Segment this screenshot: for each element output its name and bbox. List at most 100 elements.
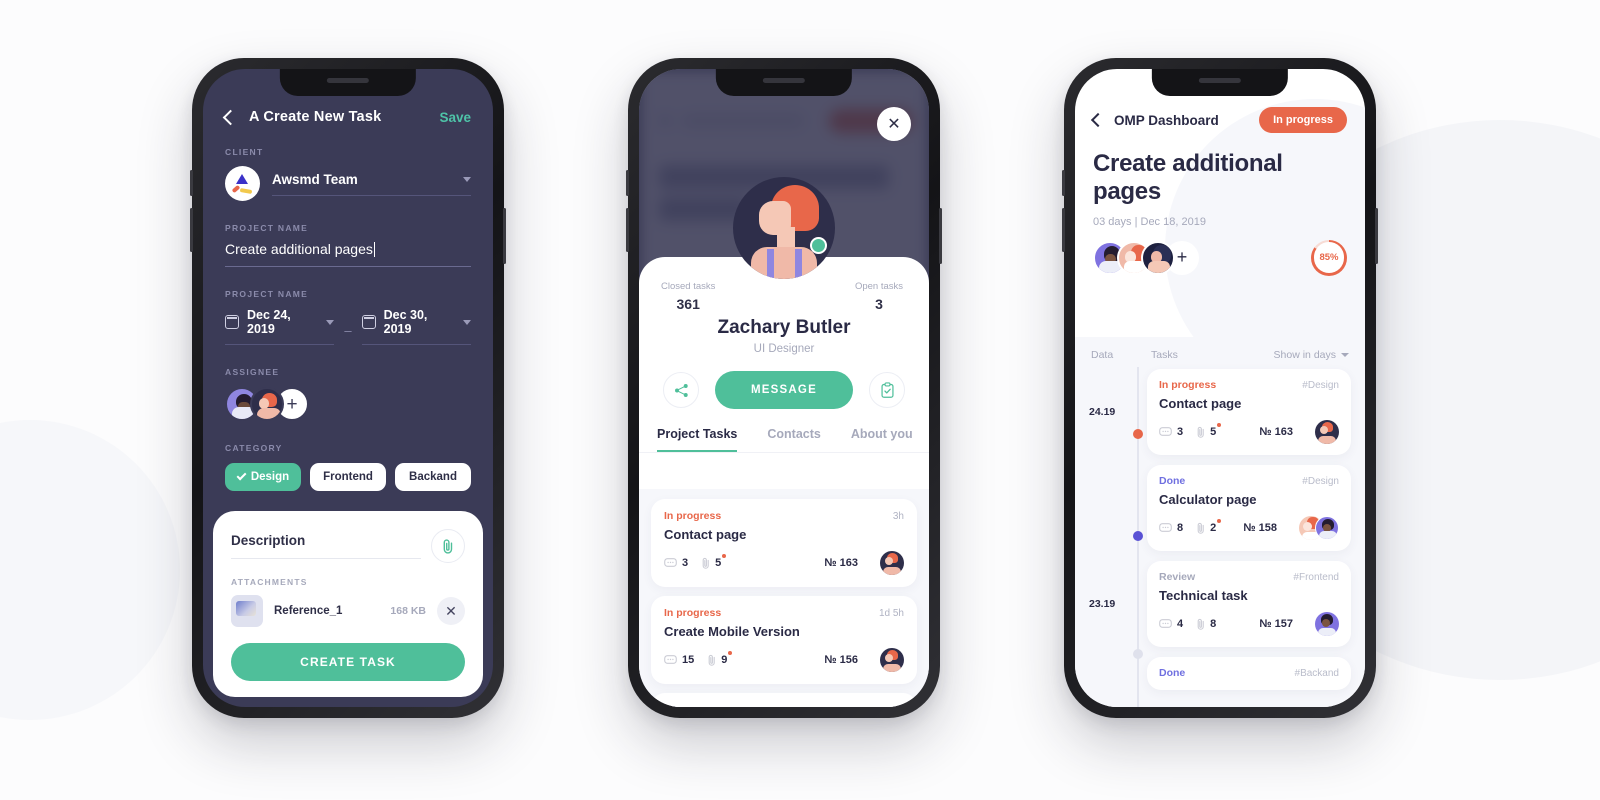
side-button-volume-down[interactable] — [1062, 208, 1065, 252]
tab-about-you[interactable]: About you — [851, 427, 913, 452]
tab-project-tasks[interactable]: Project Tasks — [657, 427, 738, 452]
profile-tabs: Project Tasks Contacts About you — [639, 427, 929, 453]
remove-attachment-button[interactable]: ✕ — [437, 597, 465, 625]
chip-label: Frontend — [323, 471, 373, 483]
task-card[interactable]: In progress 1d 5h Create Mobile Version … — [651, 596, 917, 684]
task-status: Review — [1159, 571, 1196, 583]
task-time: 3h — [892, 510, 904, 522]
side-button-volume-down[interactable] — [626, 208, 629, 252]
side-button-volume-up[interactable] — [1062, 170, 1065, 196]
unread-dot-icon — [1217, 422, 1222, 427]
unread-dot-icon — [1217, 518, 1222, 523]
phone-mockup-dashboard: OMP Dashboard In progress Create additio… — [1062, 58, 1378, 718]
tasks-button[interactable] — [869, 372, 905, 408]
task-comments: 8 — [1159, 522, 1183, 534]
end-date-field[interactable]: Dec 30, 2019 — [361, 308, 472, 345]
side-button-power[interactable] — [939, 208, 942, 264]
task-attachments: 5 — [1197, 422, 1222, 439]
side-button-power[interactable] — [1375, 208, 1378, 264]
show-in-days-select[interactable]: Show in days — [1274, 349, 1349, 361]
task-title: Technical task — [1159, 588, 1248, 603]
attachment-item: Reference_1 168 KB ✕ — [231, 595, 465, 627]
chevron-down-icon[interactable] — [463, 319, 472, 325]
message-button[interactable]: MESSAGE — [715, 371, 853, 409]
avatar[interactable] — [880, 648, 904, 672]
avatar[interactable] — [880, 551, 904, 575]
avatar[interactable] — [1315, 420, 1339, 444]
side-button-volume-down[interactable] — [190, 208, 193, 252]
status-badge[interactable]: In progress — [1259, 107, 1347, 133]
chevron-down-icon[interactable] — [463, 176, 471, 182]
task-status: In progress — [664, 607, 722, 619]
create-task-navbar: A Create New Task Save — [222, 109, 471, 125]
timeline-rows: 24.19 In progress #Design Contact page 3… — [1075, 365, 1365, 690]
open-tasks-label: Open tasks — [854, 281, 903, 292]
category-chip-design[interactable]: Design — [225, 463, 301, 491]
task-number: № 163 — [824, 557, 858, 569]
column-tasks-label: Tasks — [1151, 349, 1178, 361]
comment-icon — [1159, 618, 1172, 628]
side-button-volume-up[interactable] — [190, 170, 193, 196]
client-select[interactable]: Awsmd Team — [225, 166, 471, 201]
paperclip-icon — [1197, 522, 1204, 534]
dashboard-navbar: OMP Dashboard In progress — [1090, 107, 1347, 133]
comment-icon — [664, 557, 677, 567]
share-button[interactable] — [663, 372, 699, 408]
chevron-left-icon[interactable] — [222, 109, 239, 125]
comment-icon — [664, 654, 677, 664]
avatar[interactable] — [250, 387, 284, 421]
task-card[interactable]: Done #Backand — [1147, 657, 1351, 690]
phone-mockup-create-task: A Create New Task Save CLIENT Awsmd Team — [190, 58, 506, 718]
side-button-volume-up[interactable] — [626, 170, 629, 196]
description-input[interactable]: Description — [231, 533, 421, 559]
calendar-icon — [225, 315, 239, 329]
task-comments: 15 — [664, 654, 694, 666]
open-tasks-stat: Open tasks 3 — [855, 281, 903, 312]
start-date-field[interactable]: Dec 24, 2019 — [225, 308, 335, 345]
attachment-size: 168 KB — [390, 605, 426, 617]
avatar[interactable] — [1315, 516, 1339, 540]
task-avatars — [1315, 612, 1339, 636]
task-list[interactable]: In progress 3h Contact page 3 5 № 163 In… — [639, 489, 929, 707]
task-tag: #Backand — [1294, 667, 1339, 679]
share-icon — [674, 383, 688, 397]
task-tag: #Frontend — [1293, 571, 1339, 583]
chevron-down-icon[interactable] — [326, 319, 335, 325]
task-card[interactable]: Done 1h Buttons, pop-up — [651, 693, 917, 707]
date-range-separator: – — [344, 323, 352, 338]
chevron-left-icon[interactable] — [1090, 112, 1106, 128]
task-card[interactable]: Review #Frontend Technical task 4 8 № 15… — [1147, 561, 1351, 647]
attach-file-button[interactable] — [431, 529, 465, 563]
task-number: № 157 — [1259, 618, 1293, 630]
comment-count: 8 — [1177, 522, 1184, 534]
task-card[interactable]: Done #Design Calculator page 8 2 № 158 — [1147, 465, 1351, 551]
task-title: Calculator page — [1159, 492, 1257, 507]
avatar[interactable] — [1141, 240, 1175, 275]
close-modal-button[interactable]: ✕ — [877, 107, 911, 141]
comment-icon — [1159, 426, 1172, 436]
start-date-value: Dec 24, 2019 — [247, 308, 291, 336]
task-card[interactable]: In progress 3h Contact page 3 5 № 163 — [651, 499, 917, 587]
project-name-input[interactable]: Create additional pages — [225, 241, 471, 267]
profile-role: UI Designer — [753, 343, 815, 355]
category-chip-backand[interactable]: Backand — [395, 463, 471, 491]
create-task-button[interactable]: CREATE TASK — [231, 643, 465, 681]
comment-count: 15 — [682, 654, 695, 666]
avatar[interactable] — [1315, 612, 1339, 636]
task-avatars — [1299, 516, 1339, 540]
task-card[interactable]: In progress #Design Contact page 3 5 № 1… — [1147, 369, 1351, 455]
paperclip-icon — [708, 654, 715, 666]
attachment-thumbnail-icon — [231, 595, 263, 627]
attachment-name: Reference_1 — [274, 605, 343, 617]
task-comments: 3 — [664, 557, 688, 569]
task-tag: #Design — [1302, 379, 1339, 391]
chip-label: Design — [250, 471, 290, 483]
create-task-page: A Create New Task Save CLIENT Awsmd Team — [203, 69, 493, 707]
profile-modal-page: ✕ Closed tasks 361 Open tasks 3 Zachary … — [639, 69, 929, 707]
paperclip-icon — [1197, 618, 1204, 630]
tab-contacts[interactable]: Contacts — [767, 427, 820, 452]
save-button[interactable]: Save — [439, 110, 471, 125]
category-chip-frontend[interactable]: Frontend — [310, 463, 386, 491]
open-tasks-value: 3 — [875, 296, 883, 312]
side-button-power[interactable] — [503, 208, 506, 264]
